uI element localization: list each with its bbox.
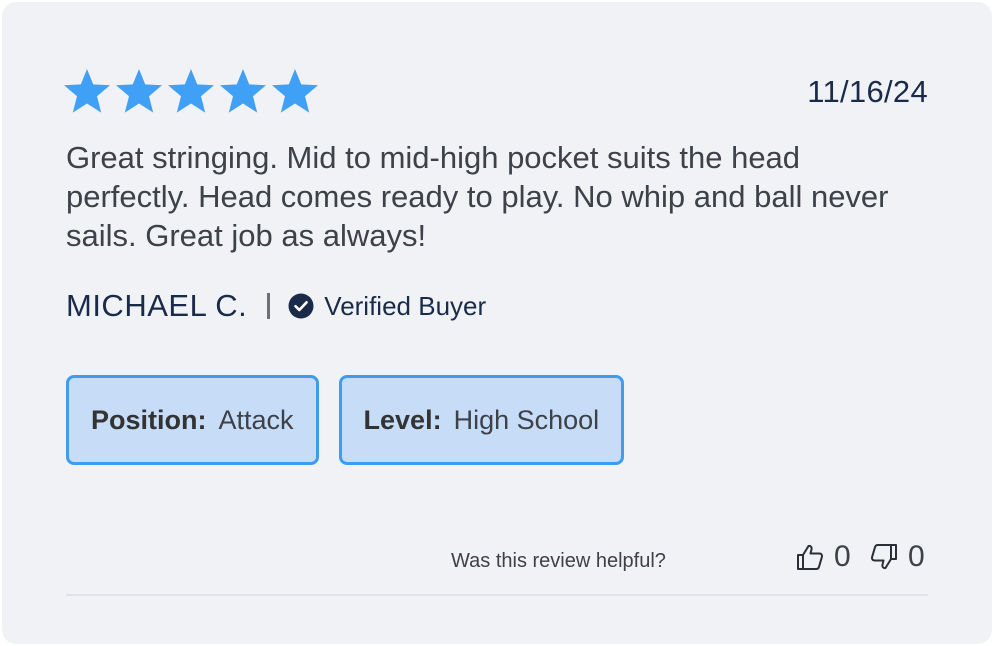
divider — [66, 594, 928, 596]
tag-value: Attack — [218, 404, 294, 435]
star-rating — [62, 68, 320, 114]
helpful-no-button[interactable]: 0 — [868, 539, 925, 575]
star-icon — [62, 68, 112, 114]
star-icon — [270, 68, 320, 114]
separator — [267, 293, 271, 319]
helpful-yes-count: 0 — [834, 540, 851, 573]
star-icon — [114, 68, 164, 114]
tag-value: High School — [453, 404, 600, 435]
tag-position: Position: Attack — [66, 375, 319, 465]
star-icon — [218, 68, 268, 114]
verified-buyer-label: Verified Buyer — [324, 290, 487, 321]
tag-key: Position: — [91, 404, 207, 435]
helpful-question: Was this review helpful? — [451, 550, 666, 572]
thumbs-down-icon[interactable] — [868, 541, 900, 573]
helpful-yes-button[interactable]: 0 — [794, 539, 851, 575]
author-name: MICHAEL C. — [66, 288, 248, 323]
helpful-no-count: 0 — [908, 540, 925, 573]
review-tags: Position: Attack Level: High School — [66, 375, 625, 465]
review-body: Great stringing. Mid to mid-high pocket … — [66, 140, 889, 253]
star-icon — [166, 68, 216, 114]
thumbs-up-icon[interactable] — [794, 541, 826, 573]
tag-key: Level: — [363, 404, 442, 435]
tag-level: Level: High School — [338, 375, 625, 465]
check-circle-icon — [288, 293, 314, 319]
author-row: MICHAEL C. Verified Buyer — [66, 286, 486, 326]
review-date: 11/16/24 — [807, 74, 928, 109]
review-card: 11/16/24 Great stringing. Mid to mid-hig… — [2, 2, 992, 644]
